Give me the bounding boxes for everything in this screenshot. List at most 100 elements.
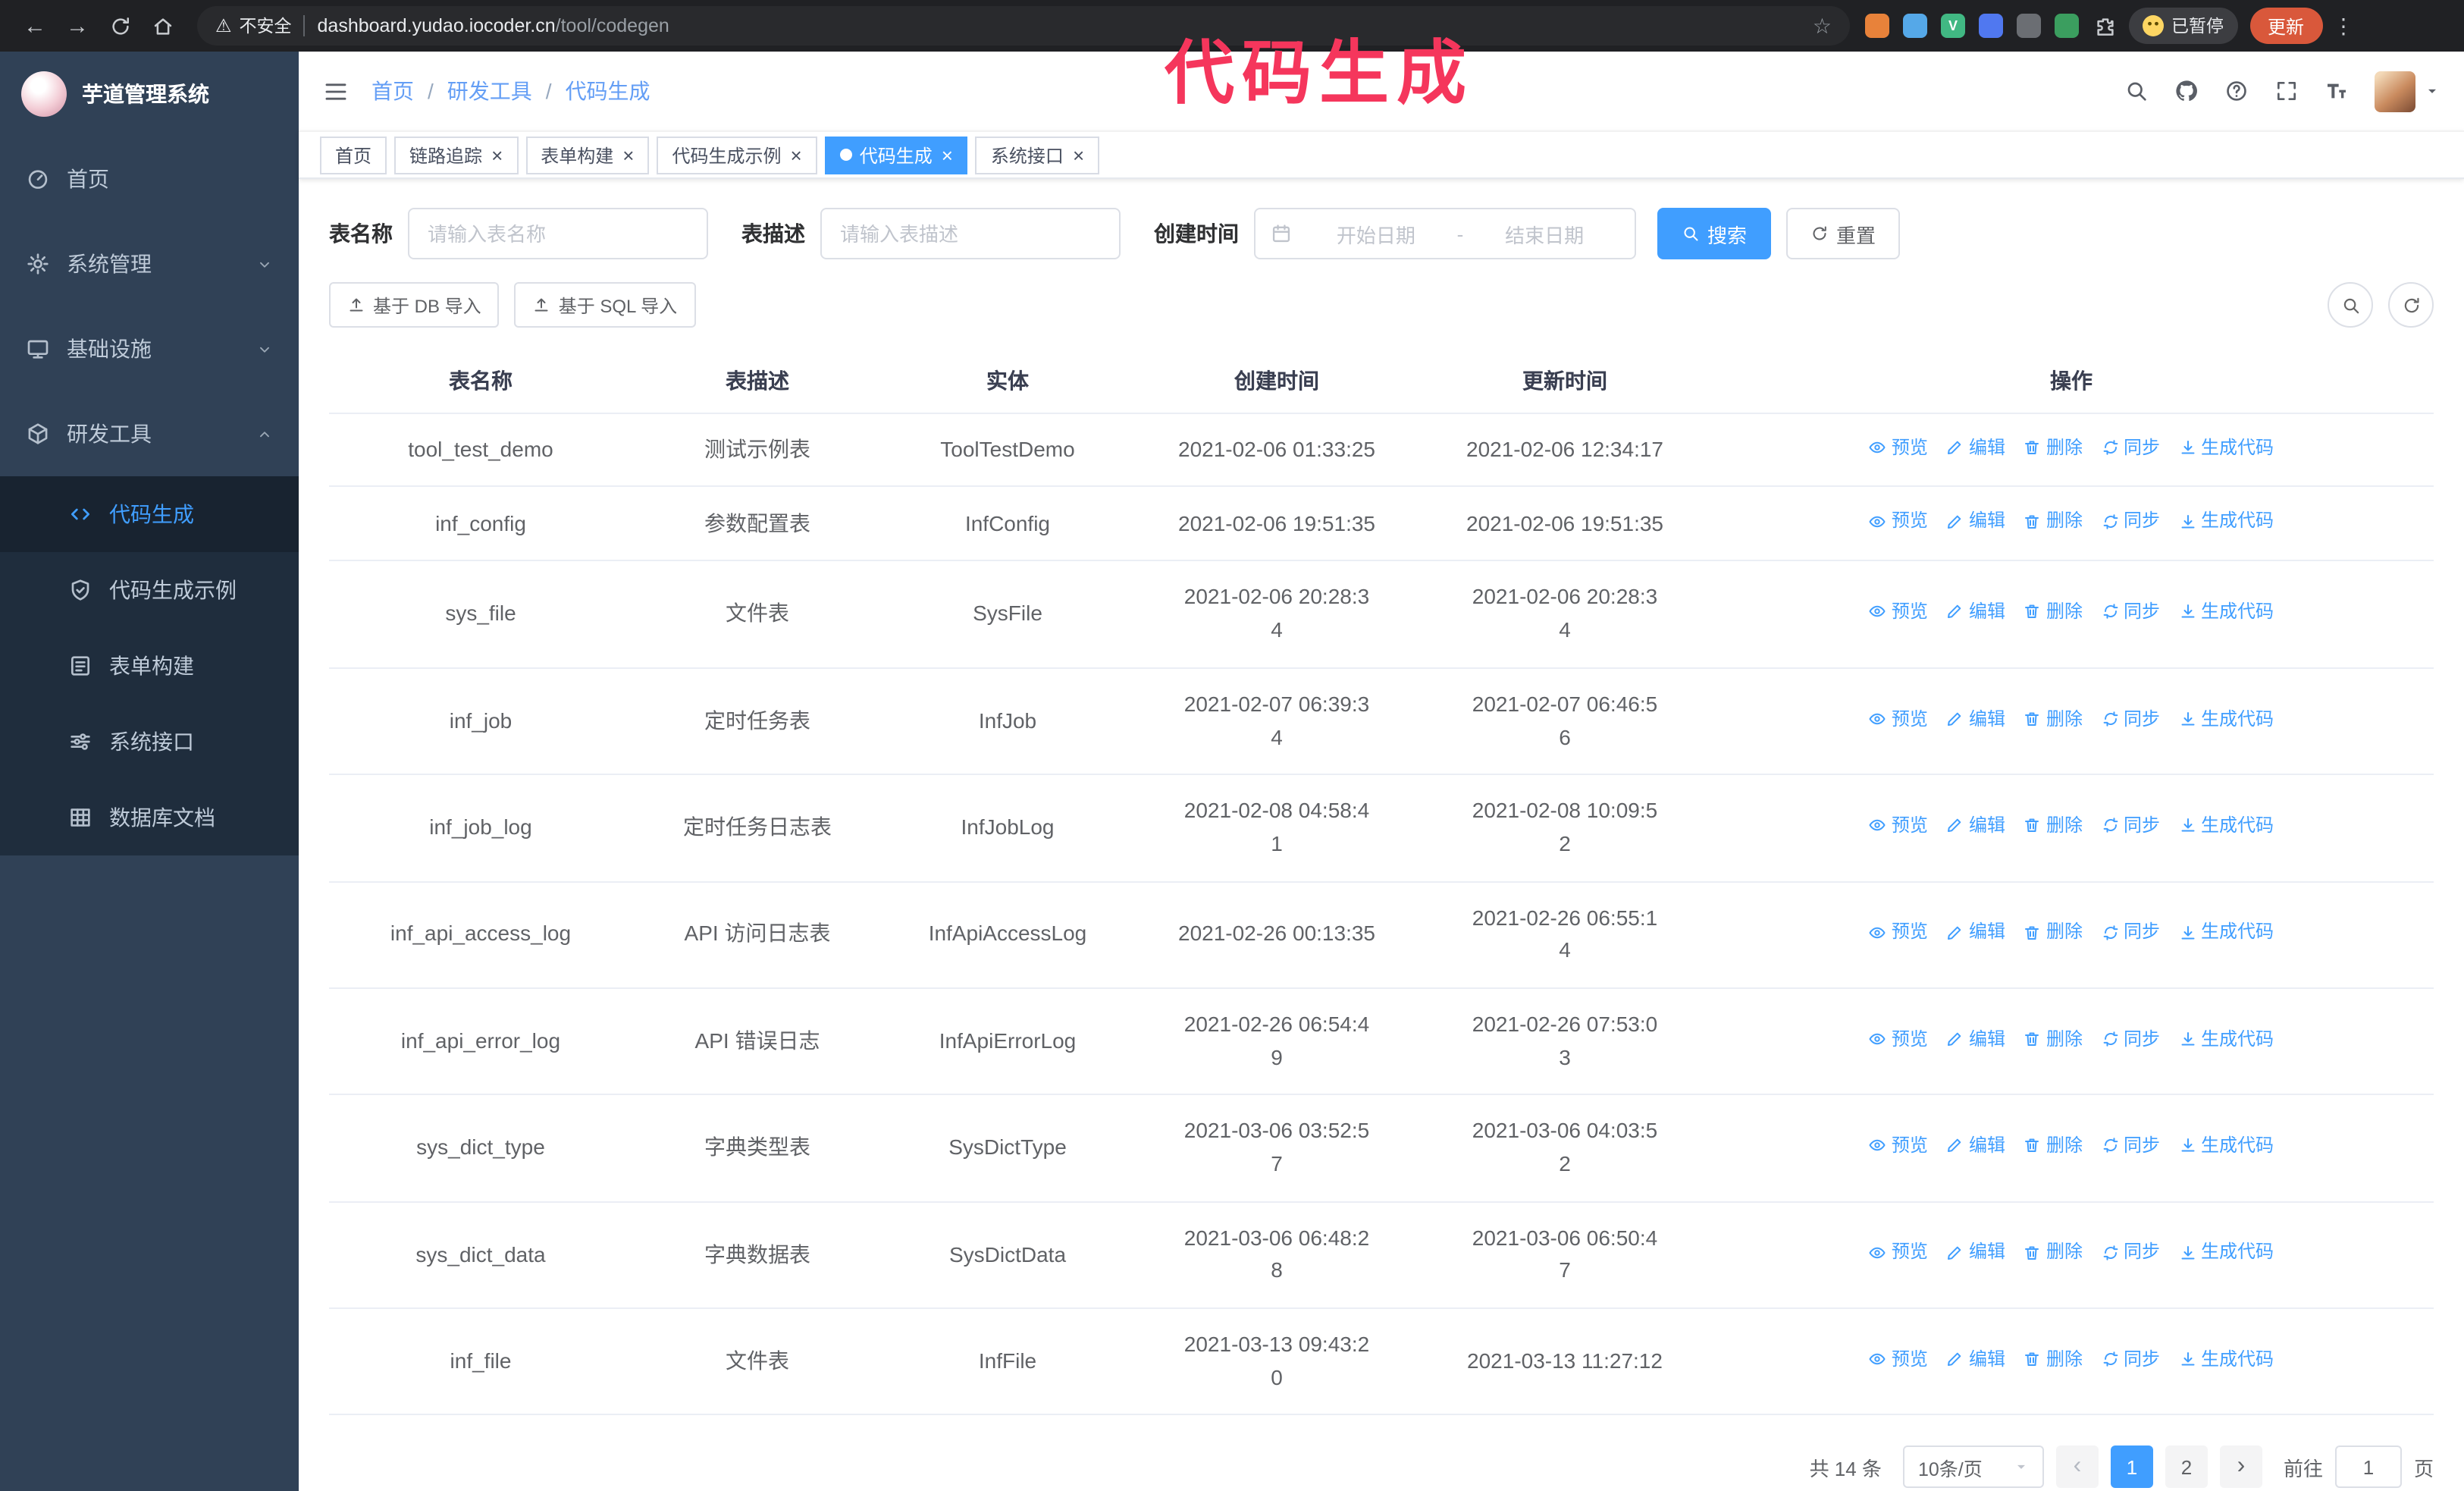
action-edit-link[interactable]: 编辑 bbox=[1946, 1025, 2005, 1053]
action-sync-link[interactable]: 同步 bbox=[2101, 1025, 2160, 1053]
tab-form-builder[interactable]: 表单构建 × bbox=[525, 136, 650, 174]
action-preview-link[interactable]: 预览 bbox=[1869, 507, 1928, 535]
extensions-puzzle-icon[interactable] bbox=[2094, 14, 2117, 37]
sidebar-item-infra[interactable]: 基础设施 bbox=[0, 306, 299, 391]
breadcrumb-item[interactable]: 研发工具 bbox=[447, 76, 532, 106]
action-delete-link[interactable]: 删除 bbox=[2024, 1345, 2083, 1373]
action-sync-link[interactable]: 同步 bbox=[2101, 918, 2160, 946]
home-icon[interactable] bbox=[143, 6, 182, 46]
action-edit-link[interactable]: 编辑 bbox=[1946, 918, 2005, 946]
refresh-table-button[interactable] bbox=[2388, 282, 2434, 328]
action-generate-link[interactable]: 生成代码 bbox=[2178, 811, 2274, 840]
extension-icon[interactable] bbox=[2055, 14, 2079, 38]
address-bar[interactable]: ⚠ 不安全 dashboard.yudao.iocoder.cn/tool/co… bbox=[197, 6, 1850, 46]
toggle-search-button[interactable] bbox=[2328, 282, 2373, 328]
prev-page-button[interactable]: ‹ bbox=[2055, 1445, 2099, 1489]
bookmark-star-icon[interactable]: ☆ bbox=[1813, 15, 1832, 36]
action-preview-link[interactable]: 预览 bbox=[1869, 1238, 1928, 1267]
goto-page-input[interactable] bbox=[2334, 1445, 2402, 1489]
tab-api[interactable]: 系统接口 × bbox=[975, 136, 1100, 174]
action-edit-link[interactable]: 编辑 bbox=[1946, 598, 2005, 626]
action-preview-link[interactable]: 预览 bbox=[1869, 918, 1928, 946]
action-edit-link[interactable]: 编辑 bbox=[1946, 811, 2005, 840]
action-generate-link[interactable]: 生成代码 bbox=[2178, 1132, 2274, 1160]
action-sync-link[interactable]: 同步 bbox=[2101, 1132, 2160, 1160]
action-delete-link[interactable]: 删除 bbox=[2024, 918, 2083, 946]
github-icon[interactable] bbox=[2174, 79, 2199, 103]
sidebar-item-form-builder[interactable]: 表单构建 bbox=[0, 628, 299, 704]
table-desc-input[interactable] bbox=[820, 208, 1121, 259]
close-icon[interactable]: × bbox=[942, 145, 953, 165]
tab-codegen[interactable]: 代码生成 × bbox=[824, 136, 968, 174]
action-preview-link[interactable]: 预览 bbox=[1869, 811, 1928, 840]
sidebar-item-home[interactable]: 首页 bbox=[0, 137, 299, 221]
action-edit-link[interactable]: 编辑 bbox=[1946, 507, 2005, 535]
tab-codegen-example[interactable]: 代码生成示例 × bbox=[657, 136, 817, 174]
action-sync-link[interactable]: 同步 bbox=[2101, 1345, 2160, 1373]
action-preview-link[interactable]: 预览 bbox=[1869, 433, 1928, 461]
menu-fold-icon[interactable] bbox=[323, 78, 349, 104]
sidebar-item-db-doc[interactable]: 数据库文档 bbox=[0, 780, 299, 855]
search-button[interactable]: 搜索 bbox=[1657, 208, 1772, 259]
action-edit-link[interactable]: 编辑 bbox=[1946, 1238, 2005, 1267]
action-sync-link[interactable]: 同步 bbox=[2101, 507, 2160, 535]
action-preview-link[interactable]: 预览 bbox=[1869, 1025, 1928, 1053]
action-delete-link[interactable]: 删除 bbox=[2024, 598, 2083, 626]
sidebar-item-codegen-example[interactable]: 代码生成示例 bbox=[0, 552, 299, 628]
page-size-select[interactable]: 10条/页 bbox=[1902, 1445, 2044, 1489]
action-generate-link[interactable]: 生成代码 bbox=[2178, 1238, 2274, 1267]
next-page-button[interactable]: › bbox=[2219, 1445, 2262, 1489]
action-generate-link[interactable]: 生成代码 bbox=[2178, 918, 2274, 946]
action-preview-link[interactable]: 预览 bbox=[1869, 705, 1928, 733]
sidebar-item-devtools[interactable]: 研发工具 bbox=[0, 391, 299, 476]
action-delete-link[interactable]: 删除 bbox=[2024, 811, 2083, 840]
action-sync-link[interactable]: 同步 bbox=[2101, 705, 2160, 733]
profile-paused-badge[interactable]: 已暂停 bbox=[2129, 8, 2237, 44]
extension-icon[interactable] bbox=[1865, 14, 1889, 38]
import-db-button[interactable]: 基于 DB 导入 bbox=[329, 282, 500, 328]
forward-icon[interactable]: → bbox=[58, 6, 97, 46]
sidebar-item-codegen[interactable]: 代码生成 bbox=[0, 476, 299, 552]
search-icon[interactable] bbox=[2124, 79, 2149, 103]
action-sync-link[interactable]: 同步 bbox=[2101, 1238, 2160, 1267]
help-icon[interactable] bbox=[2224, 79, 2249, 103]
import-sql-button[interactable]: 基于 SQL 导入 bbox=[514, 282, 696, 328]
action-delete-link[interactable]: 删除 bbox=[2024, 1238, 2083, 1267]
fullscreen-icon[interactable] bbox=[2274, 79, 2299, 103]
tab-home[interactable]: 首页 bbox=[320, 136, 387, 174]
action-generate-link[interactable]: 生成代码 bbox=[2178, 1025, 2274, 1053]
kebab-menu-icon[interactable]: ⋮ bbox=[2331, 13, 2356, 39]
action-generate-link[interactable]: 生成代码 bbox=[2178, 1345, 2274, 1373]
action-generate-link[interactable]: 生成代码 bbox=[2178, 705, 2274, 733]
action-preview-link[interactable]: 预览 bbox=[1869, 1132, 1928, 1160]
action-delete-link[interactable]: 删除 bbox=[2024, 1025, 2083, 1053]
page-number-2[interactable]: 2 bbox=[2165, 1445, 2208, 1489]
chrome-update-button[interactable]: 更新 bbox=[2249, 8, 2323, 44]
sidebar-item-api[interactable]: 系统接口 bbox=[0, 704, 299, 780]
sidebar-item-system[interactable]: 系统管理 bbox=[0, 221, 299, 306]
sidebar-logo[interactable]: 芋道管理系统 bbox=[0, 52, 299, 137]
extension-icon[interactable] bbox=[1979, 14, 2003, 38]
action-generate-link[interactable]: 生成代码 bbox=[2178, 507, 2274, 535]
url-text[interactable]: dashboard.yudao.iocoder.cn/tool/codegen bbox=[318, 15, 1801, 36]
reset-button[interactable]: 重置 bbox=[1786, 208, 1901, 259]
action-sync-link[interactable]: 同步 bbox=[2101, 433, 2160, 461]
close-icon[interactable]: × bbox=[622, 145, 634, 165]
action-edit-link[interactable]: 编辑 bbox=[1946, 433, 2005, 461]
action-sync-link[interactable]: 同步 bbox=[2101, 811, 2160, 840]
reload-icon[interactable] bbox=[100, 6, 140, 46]
action-sync-link[interactable]: 同步 bbox=[2101, 598, 2160, 626]
action-generate-link[interactable]: 生成代码 bbox=[2178, 433, 2274, 461]
tab-tracing[interactable]: 链路追踪 × bbox=[394, 136, 519, 174]
action-delete-link[interactable]: 删除 bbox=[2024, 433, 2083, 461]
close-icon[interactable]: × bbox=[791, 145, 802, 165]
action-edit-link[interactable]: 编辑 bbox=[1946, 705, 2005, 733]
create-time-range-picker[interactable]: 开始日期 - 结束日期 bbox=[1254, 208, 1636, 259]
font-size-icon[interactable] bbox=[2324, 79, 2349, 103]
close-icon[interactable]: × bbox=[491, 145, 503, 165]
user-avatar-menu[interactable] bbox=[2375, 71, 2440, 111]
extension-icon[interactable]: V bbox=[1941, 14, 1965, 38]
action-preview-link[interactable]: 预览 bbox=[1869, 1345, 1928, 1373]
action-delete-link[interactable]: 删除 bbox=[2024, 507, 2083, 535]
action-generate-link[interactable]: 生成代码 bbox=[2178, 598, 2274, 626]
